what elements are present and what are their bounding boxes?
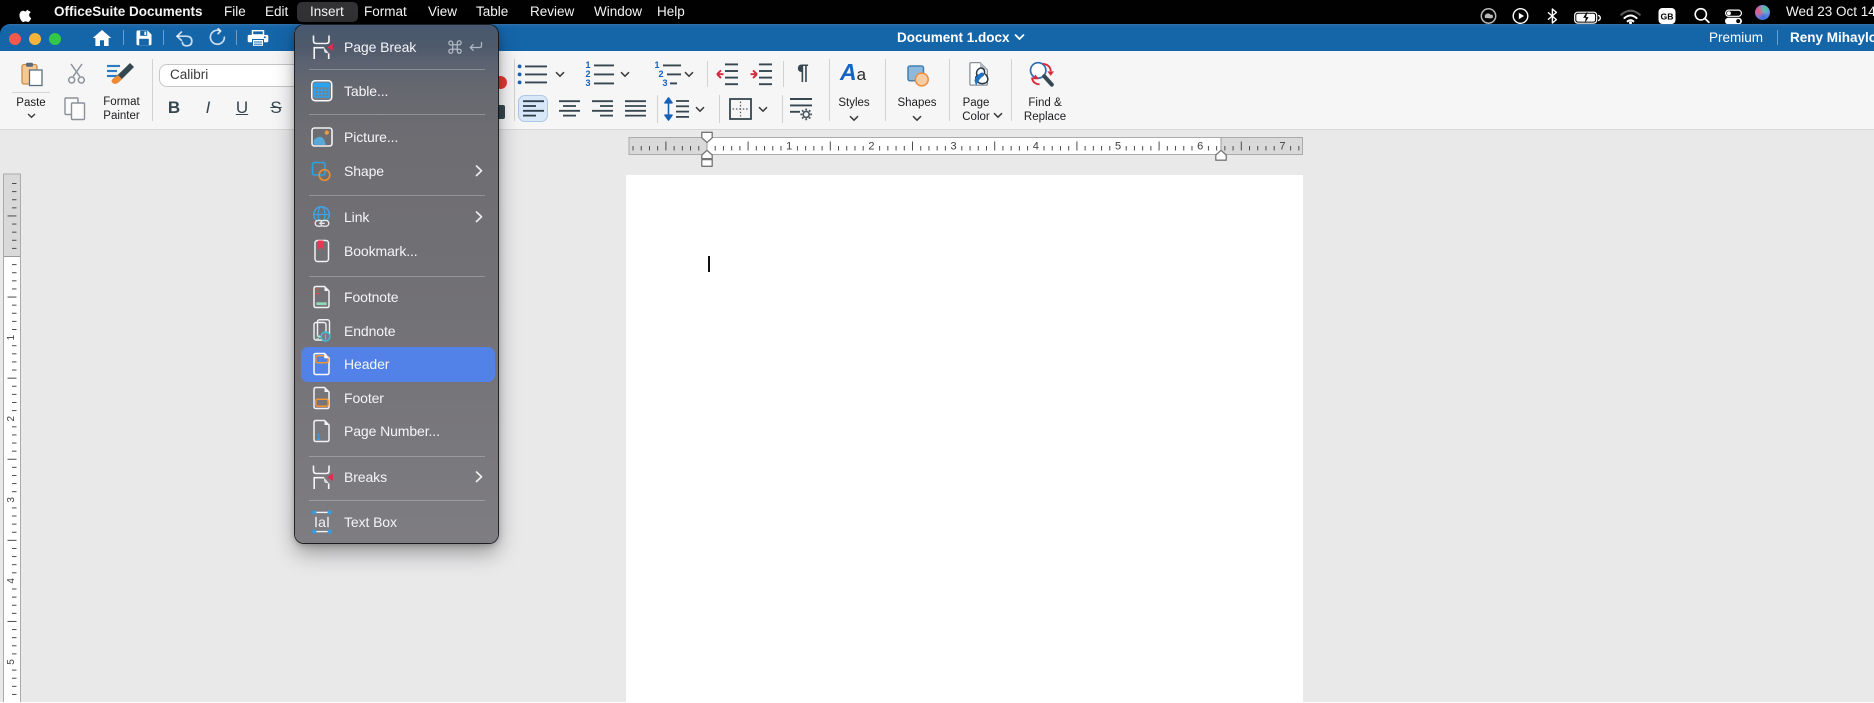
svg-text:4: 4 — [1033, 141, 1039, 153]
svg-text:3: 3 — [6, 497, 17, 503]
svg-text:a: a — [318, 513, 326, 529]
svg-text:1: 1 — [6, 334, 17, 340]
svg-text:i: i — [324, 332, 326, 341]
svg-text:1: 1 — [316, 433, 321, 442]
svg-text:1: 1 — [315, 287, 320, 296]
svg-text:GB: GB — [1661, 12, 1674, 22]
svg-text:3: 3 — [662, 78, 667, 87]
svg-text:3: 3 — [585, 78, 590, 87]
svg-text:4: 4 — [6, 578, 17, 584]
svg-text:5: 5 — [1115, 141, 1121, 153]
svg-text:3: 3 — [951, 141, 957, 153]
svg-text:2: 2 — [868, 141, 874, 153]
svg-text:6: 6 — [1197, 141, 1203, 153]
svg-text:5: 5 — [6, 659, 17, 665]
svg-text:2: 2 — [6, 415, 17, 421]
svg-text:1: 1 — [786, 141, 792, 153]
svg-text:7: 7 — [1279, 141, 1285, 153]
